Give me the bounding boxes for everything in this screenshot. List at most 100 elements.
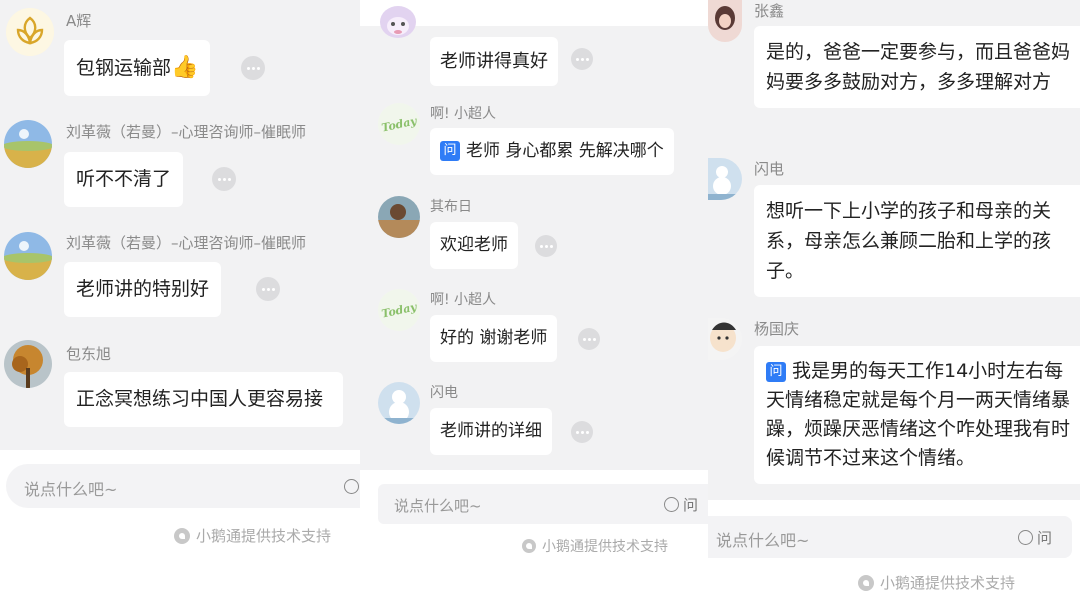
message-bubble[interactable]: 老师讲的特别好 bbox=[64, 262, 222, 317]
powered-by: 小鹅通提供技术支持 bbox=[858, 572, 1015, 593]
flower-logo-icon bbox=[6, 8, 54, 56]
chat-message-list[interactable]: 老师讲得真好 Today 啊! 小超人 问老师 身心都累 先解决哪个 其布日 欢… bbox=[360, 0, 708, 470]
sender-name: 闪电 bbox=[430, 385, 458, 401]
tree-photo-icon bbox=[4, 340, 52, 388]
message-text: 听不不清了 bbox=[76, 168, 172, 190]
more-options-button[interactable] bbox=[256, 277, 280, 301]
message-bubble[interactable]: 包钢运输部👍 bbox=[64, 40, 211, 96]
sender-name: 闪电 bbox=[754, 160, 785, 178]
message-text: 包钢运输部 bbox=[76, 57, 172, 79]
ask-circle-icon[interactable] bbox=[344, 479, 359, 494]
avatar[interactable]: Today bbox=[378, 103, 420, 145]
landscape-photo-icon bbox=[4, 232, 52, 280]
more-options-button[interactable] bbox=[212, 167, 236, 191]
message-bubble[interactable]: 好的 谢谢老师 bbox=[430, 315, 558, 362]
sender-name: A辉 bbox=[66, 12, 92, 30]
message-text: 老师讲的详细 bbox=[440, 421, 542, 441]
snowman-photo-icon bbox=[708, 158, 742, 200]
snowman-photo-icon bbox=[378, 382, 420, 424]
ask-circle-icon bbox=[664, 497, 679, 512]
message-bubble[interactable]: 听不不清了 bbox=[64, 152, 184, 207]
message-text: 老师讲得真好 bbox=[440, 51, 548, 72]
avatar[interactable] bbox=[378, 2, 418, 50]
avatar[interactable] bbox=[708, 318, 742, 360]
message-bubble[interactable]: 想听一下上小学的孩子和母亲的关系，母亲怎么兼顾二胎和上学的孩子。 bbox=[754, 185, 1080, 297]
avatar[interactable] bbox=[378, 382, 420, 424]
message-bubble[interactable]: 老师讲的详细 bbox=[430, 408, 552, 455]
chat-panel-right: 张鑫 是的，爸爸一定要参与，而且爸爸妈妈要多多鼓励对方，多多理解对方 闪电 想听… bbox=[708, 0, 1080, 608]
ask-question-button[interactable]: 问 bbox=[664, 494, 698, 515]
comment-input[interactable]: 说点什么吧~ 问 bbox=[708, 516, 1072, 558]
powered-by: 小鹅通提供技术支持 bbox=[522, 536, 668, 556]
input-placeholder: 说点什么吧~ bbox=[24, 480, 118, 499]
xiaoe-logo-icon bbox=[522, 539, 536, 553]
today-logo-icon: Today bbox=[378, 103, 420, 145]
message-bubble[interactable]: 问老师 身心都累 先解决哪个 bbox=[430, 128, 674, 175]
chat-message-list[interactable]: 张鑫 是的，爸爸一定要参与，而且爸爸妈妈要多多鼓励对方，多多理解对方 闪电 想听… bbox=[708, 0, 1080, 500]
ask-circle-icon bbox=[1018, 530, 1033, 545]
message-bubble[interactable]: 老师讲得真好 bbox=[430, 37, 558, 86]
message-text: 我是男的每天工作14小时左右每天情绪稳定就是每个月一两天情绪暴躁，烦躁厌恶情绪这… bbox=[766, 360, 1071, 469]
thumbs-up-icon: 👍 bbox=[171, 55, 199, 80]
ask-label: 问 bbox=[683, 496, 699, 514]
landscape-photo-icon bbox=[4, 120, 52, 168]
sender-name: 张鑫 bbox=[754, 2, 785, 20]
avatar[interactable] bbox=[4, 120, 52, 168]
sender-name: 杨国庆 bbox=[754, 320, 800, 338]
sender-name: 其布日 bbox=[430, 199, 472, 215]
message-text: 欢迎老师 bbox=[440, 235, 508, 255]
message-bubble[interactable]: 问我是男的每天工作14小时左右每天情绪稳定就是每个月一两天情绪暴躁，烦躁厌恶情绪… bbox=[754, 346, 1080, 484]
more-options-button[interactable] bbox=[578, 328, 600, 350]
chat-footer: 说点什么吧~ 问 小鹅通提供技术支持 bbox=[360, 470, 708, 608]
sender-name: 啊! 小超人 bbox=[430, 292, 497, 308]
avatar[interactable] bbox=[6, 8, 54, 56]
comment-input[interactable]: 说点什么吧~ bbox=[6, 464, 360, 508]
powered-by-text: 小鹅通提供技术支持 bbox=[880, 574, 1016, 592]
message-text: 正念冥想练习中国人更容易接 bbox=[76, 388, 324, 410]
question-tag: 问 bbox=[766, 362, 786, 382]
question-tag: 问 bbox=[440, 141, 460, 161]
cartoon-avatar-icon bbox=[380, 6, 416, 38]
message-bubble[interactable]: 欢迎老师 bbox=[430, 222, 518, 269]
chat-footer: 说点什么吧~ 问 小鹅通提供技术支持 bbox=[708, 500, 1080, 608]
avatar[interactable] bbox=[378, 196, 420, 238]
comment-input[interactable]: 说点什么吧~ 问 bbox=[378, 484, 708, 524]
more-options-button[interactable] bbox=[535, 235, 557, 257]
ask-question-button[interactable]: 问 bbox=[1018, 527, 1052, 548]
avatar[interactable] bbox=[4, 232, 52, 280]
chat-footer: 说点什么吧~ 小鹅通提供技术支持 bbox=[0, 450, 360, 608]
avatar[interactable]: Today bbox=[378, 289, 420, 331]
chat-message-list[interactable]: A辉 包钢运输部👍 刘革薇（若曼）–心理咨询师–催眠师 听不不清了 刘革薇（若曼… bbox=[0, 0, 360, 450]
avatar[interactable] bbox=[4, 340, 52, 388]
today-logo-icon: Today bbox=[378, 289, 420, 331]
message-text: 老师 身心都累 先解决哪个 bbox=[466, 141, 664, 161]
sender-name: 刘革薇（若曼）–心理咨询师–催眠师 bbox=[66, 234, 307, 252]
avatar[interactable] bbox=[708, 0, 742, 42]
person-photo-icon bbox=[708, 0, 742, 42]
chat-panel-middle: 老师讲得真好 Today 啊! 小超人 问老师 身心都累 先解决哪个 其布日 欢… bbox=[360, 0, 708, 608]
powered-by-text: 小鹅通提供技术支持 bbox=[196, 527, 332, 545]
more-options-button[interactable] bbox=[241, 56, 265, 80]
xiaoe-logo-icon bbox=[174, 527, 190, 544]
message-text: 好的 谢谢老师 bbox=[440, 328, 548, 348]
message-bubble[interactable]: 正念冥想练习中国人更容易接 bbox=[64, 372, 344, 427]
powered-by-text: 小鹅通提供技术支持 bbox=[542, 539, 668, 555]
message-text: 是的，爸爸一定要参与，而且爸爸妈妈要多多鼓励对方，多多理解对方 bbox=[766, 41, 1071, 93]
message-text: 老师讲的特别好 bbox=[76, 278, 210, 300]
xiaoe-logo-icon bbox=[858, 574, 874, 591]
avatar[interactable] bbox=[708, 158, 742, 200]
chat-panel-left: A辉 包钢运输部👍 刘革薇（若曼）–心理咨询师–催眠师 听不不清了 刘革薇（若曼… bbox=[0, 0, 360, 608]
message-bubble[interactable]: 是的，爸爸一定要参与，而且爸爸妈妈要多多鼓励对方，多多理解对方 bbox=[754, 26, 1080, 108]
powered-by: 小鹅通提供技术支持 bbox=[174, 525, 331, 546]
more-options-button[interactable] bbox=[571, 48, 593, 70]
message-text: 想听一下上小学的孩子和母亲的关系，母亲怎么兼顾二胎和上学的孩子。 bbox=[766, 200, 1052, 282]
ask-label: 问 bbox=[1037, 529, 1053, 547]
sender-name: 包东旭 bbox=[66, 345, 112, 363]
input-placeholder: 说点什么吧~ bbox=[716, 531, 810, 550]
person-photo-icon bbox=[378, 196, 420, 238]
sender-name: 啊! 小超人 bbox=[430, 106, 497, 122]
more-options-button[interactable] bbox=[571, 421, 593, 443]
sender-name: 刘革薇（若曼）–心理咨询师–催眠师 bbox=[66, 123, 307, 141]
input-placeholder: 说点什么吧~ bbox=[394, 497, 482, 515]
cartoon-avatar-icon bbox=[708, 318, 742, 360]
